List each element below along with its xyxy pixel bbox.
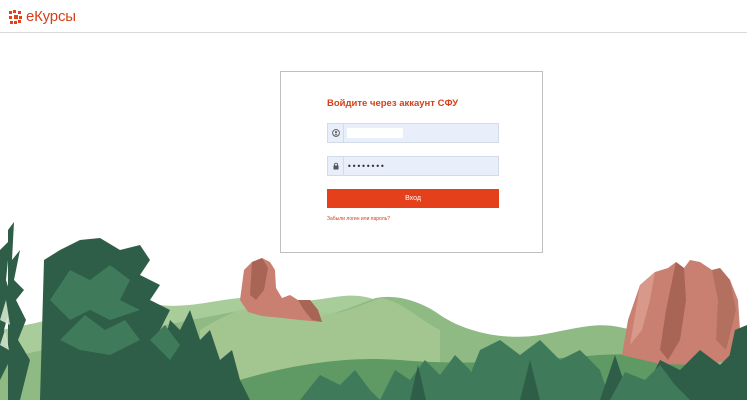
login-card: Войдите через аккаунт СФУ Вход — [280, 71, 543, 253]
login-button[interactable]: Вход — [327, 189, 499, 208]
ekursy-logo-icon — [9, 9, 22, 24]
username-field[interactable] — [327, 123, 499, 143]
site-header: eКурсы — [0, 0, 747, 33]
password-input[interactable] — [344, 157, 498, 175]
logo[interactable]: eКурсы — [9, 8, 76, 25]
username-redaction — [347, 128, 403, 138]
lock-icon — [328, 157, 344, 175]
login-title: Войдите через аккаунт СФУ — [327, 98, 459, 109]
user-icon — [328, 124, 344, 142]
login-page: eКурсы Войдите через аккаунт СФУ •••••••… — [0, 0, 747, 400]
forgot-password-link[interactable]: Забыли логин или пароль? — [327, 216, 390, 222]
logo-text: eКурсы — [26, 8, 76, 25]
password-field[interactable] — [327, 156, 499, 176]
